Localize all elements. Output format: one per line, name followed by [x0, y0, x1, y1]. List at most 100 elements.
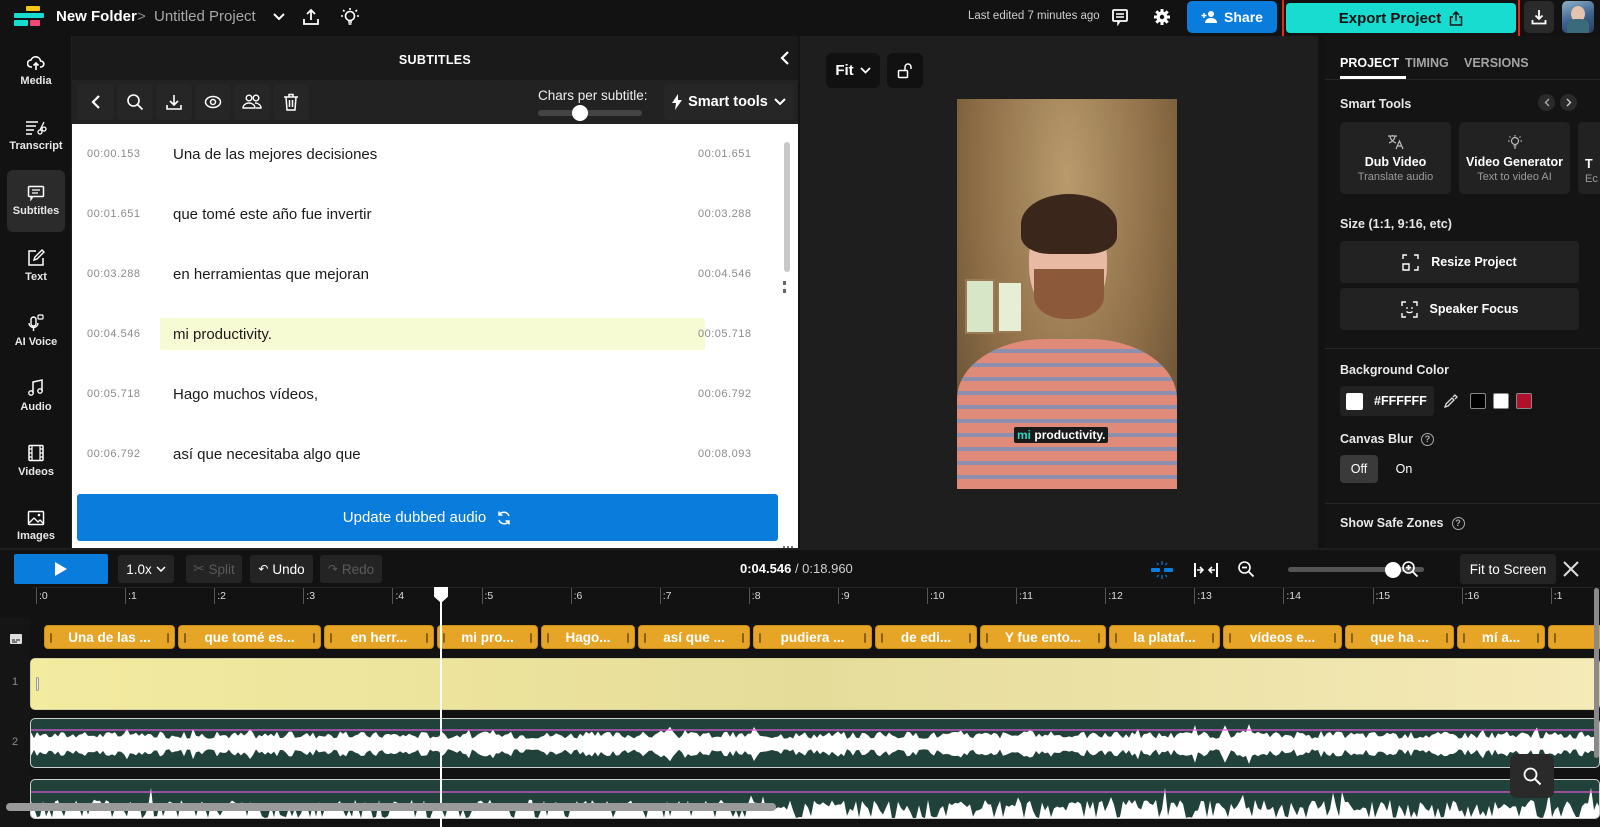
- project-name[interactable]: Untitled Project: [154, 8, 256, 25]
- sidebar-item-text[interactable]: Text: [7, 235, 65, 297]
- subtitle-clip[interactable]: la plataf...: [1109, 625, 1220, 649]
- fit-zoom-dropdown[interactable]: Fit: [826, 53, 880, 88]
- subtitle-start-time[interactable]: 00:05.718: [87, 388, 140, 400]
- subtitle-clip[interactable]: mi pro...: [437, 625, 538, 649]
- collapse-panel-chevron-icon[interactable]: [776, 48, 794, 68]
- subtitle-start-time[interactable]: 00:03.288: [87, 268, 140, 280]
- play-button[interactable]: [14, 554, 108, 584]
- subtitle-clip[interactable]: así que ...: [638, 625, 750, 649]
- subtitle-row[interactable]: 00:01.651 que tomé este año fue invertir 0…: [72, 186, 798, 248]
- swatch-black[interactable]: [1470, 393, 1486, 409]
- help-icon[interactable]: ?: [1451, 517, 1465, 531]
- app-logo-icon[interactable]: [14, 6, 46, 28]
- subtitle-clip[interactable]: vídeos e...: [1223, 625, 1342, 649]
- audio-track-clip[interactable]: [30, 718, 1600, 768]
- subtitle-end-time[interactable]: 00:06.792: [698, 388, 751, 400]
- swatch-red[interactable]: [1516, 393, 1532, 409]
- update-dubbed-audio-button[interactable]: Update dubbed audio: [77, 494, 778, 541]
- delete-subtitles-button[interactable]: [273, 84, 309, 120]
- user-avatar[interactable]: [1562, 1, 1594, 33]
- fit-gaps-icon[interactable]: [1192, 560, 1220, 580]
- subtitle-clip[interactable]: en herr...: [324, 625, 434, 649]
- subtitle-start-time[interactable]: 00:06.792: [87, 448, 140, 460]
- sidebar-item-subtitles[interactable]: Subtitles: [7, 170, 65, 232]
- sidebar-item-transcript[interactable]: Transcript: [7, 105, 65, 167]
- subtitle-list-scrollbar[interactable]: [784, 142, 790, 272]
- sidebar-item-ai-voice[interactable]: AI Voice: [7, 300, 65, 362]
- subtitle-text[interactable]: que tomé este año fue invertir: [160, 198, 705, 230]
- timeline-resize-handle[interactable]: [783, 546, 793, 549]
- download-button[interactable]: [1524, 1, 1554, 33]
- subtitle-text[interactable]: Hago muchos vídeos,: [160, 378, 705, 410]
- search-subtitles-button[interactable]: [117, 84, 153, 120]
- subtitle-row[interactable]: 00:04.546 mi productivity. 00:05.718: [72, 306, 798, 368]
- download-subtitles-button[interactable]: [156, 84, 192, 120]
- playhead-line[interactable]: [440, 587, 443, 827]
- subtitle-end-time[interactable]: 00:05.718: [698, 328, 751, 340]
- aspect-lock-button[interactable]: [887, 53, 923, 88]
- share-button[interactable]: Share: [1187, 1, 1277, 33]
- comments-icon[interactable]: [1110, 7, 1130, 27]
- project-menu-chevron-icon[interactable]: [270, 8, 288, 26]
- chars-per-subtitle-slider[interactable]: [538, 105, 642, 121]
- speakers-button[interactable]: [234, 84, 270, 120]
- subtitle-clip[interactable]: que ha ...: [1345, 625, 1454, 649]
- snap-magnet-icon[interactable]: [1148, 560, 1176, 580]
- subtitle-clip[interactable]: de edi...: [875, 625, 977, 649]
- subtitle-start-time[interactable]: 00:00.153: [87, 148, 140, 160]
- tool-card-dub-video[interactable]: Dub Video Translate audio: [1340, 122, 1451, 194]
- subtitle-text[interactable]: mi productivity.: [160, 318, 705, 350]
- subtitle-clip[interactable]: Y fue ento...: [980, 625, 1106, 649]
- subtitle-row[interactable]: 00:05.718 Hago muchos vídeos, 00:06.792: [72, 366, 798, 428]
- subtitle-row[interactable]: 00:00.153 Una de las mejores decisiones 00…: [72, 126, 798, 188]
- subtitle-text[interactable]: Una de las mejores decisiones: [160, 138, 705, 170]
- playback-speed-dropdown[interactable]: 1.0x: [118, 555, 174, 583]
- back-button[interactable]: [78, 84, 114, 120]
- zoom-out-icon[interactable]: [1236, 559, 1256, 579]
- sidebar-item-videos[interactable]: Videos: [7, 430, 65, 492]
- subtitle-clip[interactable]: pudiera ...: [753, 625, 872, 649]
- slider-knob[interactable]: [571, 105, 588, 121]
- resize-project-button[interactable]: Resize Project: [1340, 241, 1579, 283]
- timeline-horizontal-scrollbar[interactable]: [6, 803, 776, 811]
- subtitle-clip[interactable]: Hago...: [541, 625, 635, 649]
- subtitle-clip[interactable]: que tomé es...: [178, 625, 321, 649]
- subtitle-row[interactable]: 00:03.288 en herramientas que mejoran 00:0…: [72, 246, 798, 308]
- subtitle-end-time[interactable]: 00:03.288: [698, 208, 751, 220]
- tool-card-video-generator[interactable]: Video Generator Text to video AI: [1459, 122, 1570, 194]
- current-color-swatch[interactable]: [1346, 393, 1363, 410]
- settings-gear-icon[interactable]: [1152, 7, 1172, 27]
- tab-timing[interactable]: TIMING: [1405, 56, 1449, 70]
- subtitle-text[interactable]: así que necesitaba algo que: [160, 438, 705, 470]
- close-timeline-icon[interactable]: [1560, 558, 1582, 580]
- tab-versions[interactable]: VERSIONS: [1464, 56, 1529, 70]
- audio-track-clip[interactable]: [30, 779, 1600, 819]
- canvas-blur-off-toggle[interactable]: Off: [1340, 455, 1378, 483]
- eyedropper-icon[interactable]: [1442, 392, 1460, 410]
- video-frame[interactable]: mi productivity.: [957, 99, 1177, 489]
- subtitle-end-time[interactable]: 00:04.546: [698, 268, 751, 280]
- upload-icon[interactable]: [300, 6, 322, 28]
- speaker-focus-button[interactable]: Speaker Focus: [1340, 288, 1579, 330]
- breadcrumb-folder[interactable]: New Folder: [56, 8, 137, 25]
- tab-project[interactable]: PROJECT: [1340, 56, 1399, 70]
- zoom-in-icon[interactable]: [1400, 559, 1420, 579]
- preview-subtitles-button[interactable]: [195, 84, 231, 120]
- tool-card-partial[interactable]: T Ec: [1578, 122, 1600, 194]
- panel-resize-handle[interactable]: [783, 281, 786, 293]
- swatch-white[interactable]: [1493, 393, 1509, 409]
- sidebar-item-media[interactable]: Media: [7, 40, 65, 102]
- undo-button[interactable]: ↶ Undo: [250, 555, 313, 583]
- subtitle-end-time[interactable]: 00:01.651: [698, 148, 751, 160]
- split-button[interactable]: ✂ Split: [186, 555, 242, 583]
- time-ruler[interactable]: :0:1:2:3:4:5:6:7:8:9:10:11:12:13:14:15:1…: [32, 587, 1600, 617]
- canvas-blur-on-toggle[interactable]: On: [1387, 455, 1421, 483]
- fit-to-screen-button[interactable]: Fit to Screen: [1460, 554, 1556, 584]
- carousel-next-button[interactable]: [1560, 94, 1577, 111]
- redo-button[interactable]: ↷ Redo: [320, 555, 382, 583]
- zoom-slider-knob[interactable]: [1384, 562, 1401, 578]
- lightbulb-icon[interactable]: [339, 6, 361, 28]
- export-project-button[interactable]: Export Project: [1286, 3, 1516, 33]
- subtitle-start-time[interactable]: 00:04.546: [87, 328, 140, 340]
- clip-trim-handle[interactable]: [36, 677, 39, 691]
